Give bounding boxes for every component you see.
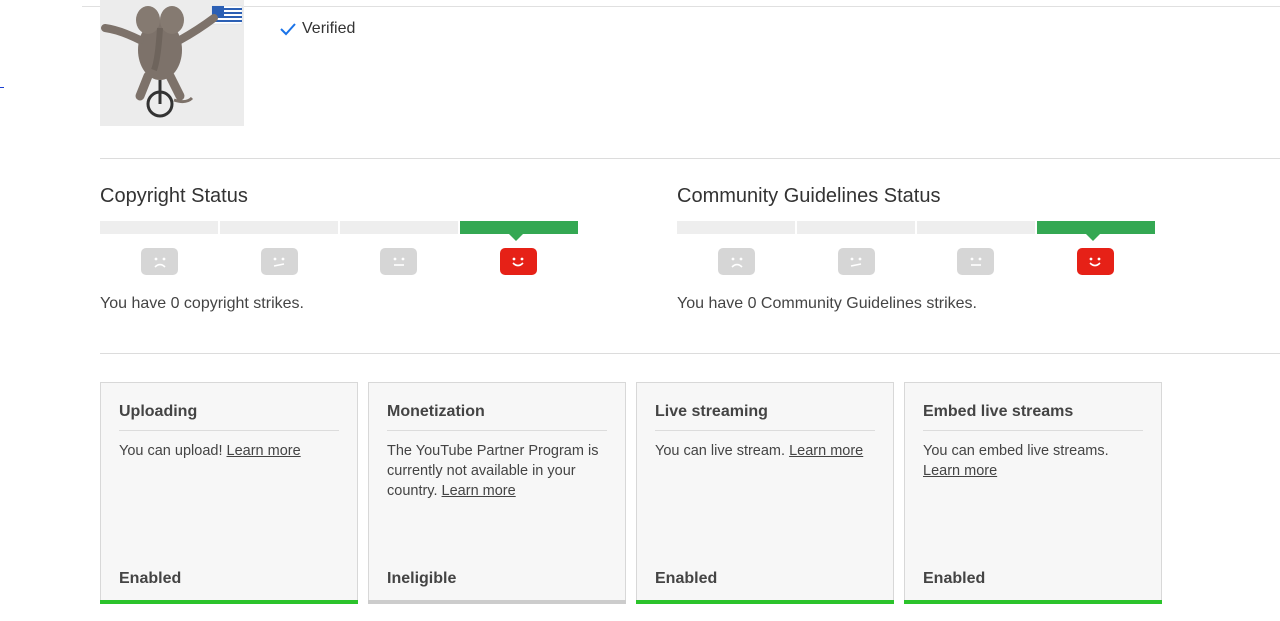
sad-face-icon: [141, 248, 179, 275]
feature-card-title: Uploading: [119, 401, 339, 431]
strike-bar: [677, 221, 795, 234]
feature-card-embed-live-streams: Embed live streams You can embed live st…: [904, 382, 1162, 604]
strike-bar: [797, 221, 915, 234]
verified-badge: Verified: [279, 20, 355, 38]
community-strike-faces: [677, 248, 1155, 275]
feature-card-monetization: Monetization The YouTube Partner Program…: [368, 382, 626, 604]
strike-bar-active: [1037, 221, 1155, 241]
learn-more-link[interactable]: Learn more: [442, 483, 516, 499]
strike-bar: [340, 221, 458, 234]
feature-status: Enabled: [655, 570, 718, 587]
status-bar-enabled: [904, 600, 1162, 604]
status-bar-enabled: [100, 600, 358, 604]
feature-status: Enabled: [923, 570, 986, 587]
feature-card-live-streaming: Live streaming You can live stream. Lear…: [636, 382, 894, 604]
feature-card-title: Embed live streams: [923, 401, 1143, 431]
feature-card-title: Live streaming: [655, 401, 875, 431]
unsure-face-icon: [260, 248, 298, 275]
feature-cards: Uploading You can upload! Learn more Ena…: [100, 382, 1172, 604]
feature-card-title: Monetization: [387, 401, 607, 431]
copyright-strike-meter: [100, 221, 578, 241]
copyright-status-panel: Copyright Status You have 0 copyright st…: [100, 183, 580, 313]
community-guidelines-status-panel: Community Guidelines Status You have 0 C…: [677, 183, 1157, 313]
elephant-image: [100, 0, 244, 126]
learn-more-link[interactable]: Learn more: [227, 443, 301, 459]
status-bar-ineligible: [368, 600, 626, 604]
neutral-face-icon: [957, 248, 995, 275]
learn-more-link[interactable]: Learn more: [923, 463, 997, 479]
feature-status: Enabled: [119, 570, 182, 587]
sad-face-icon: [718, 248, 756, 275]
community-strikes-message: You have 0 Community Guidelines strikes.: [677, 295, 977, 312]
neutral-face-icon: [380, 248, 418, 275]
happy-face-icon: [499, 248, 537, 275]
section-divider: [100, 158, 1280, 159]
strike-bar: [220, 221, 338, 234]
learn-more-link[interactable]: Learn more: [789, 443, 863, 459]
strike-bar: [917, 221, 1035, 234]
unsure-face-icon: [837, 248, 875, 275]
feature-status: Ineligible: [387, 570, 457, 587]
status-bar-enabled: [636, 600, 894, 604]
strike-bar: [100, 221, 218, 234]
verified-label: Verified: [302, 20, 356, 37]
feature-card-text: You can live stream. Learn more: [655, 443, 864, 459]
happy-face-icon: [1076, 248, 1114, 275]
copyright-strikes-message: You have 0 copyright strikes.: [100, 295, 304, 312]
community-strike-meter: [677, 221, 1155, 241]
feature-card-text: You can embed live streams. Learn more: [923, 443, 1109, 479]
section-divider: [100, 353, 1280, 354]
strike-bar-active: [460, 221, 578, 241]
check-icon: [280, 23, 296, 36]
feature-card-text: You can upload! Learn more: [119, 443, 301, 459]
community-status-title: Community Guidelines Status: [677, 185, 941, 207]
top-divider: [82, 6, 1280, 7]
channel-avatar: [100, 0, 244, 126]
feature-card-uploading: Uploading You can upload! Learn more Ena…: [100, 382, 358, 604]
page-edge-mark: [0, 87, 4, 88]
feature-card-text: The YouTube Partner Program is currently…: [387, 443, 599, 499]
copyright-status-title: Copyright Status: [100, 185, 248, 207]
copyright-strike-faces: [100, 248, 578, 275]
